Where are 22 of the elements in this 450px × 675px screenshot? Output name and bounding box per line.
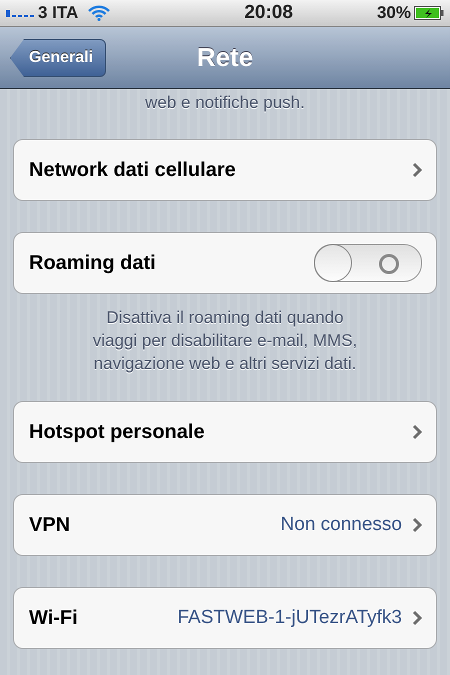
row-label: VPN	[29, 514, 70, 536]
chevron-icon	[412, 610, 422, 626]
row-value: Non connesso	[280, 514, 402, 536]
row-label: Hotspot personale	[29, 420, 205, 444]
battery-percent: 30%	[376, 3, 411, 23]
chevron-icon	[412, 517, 422, 533]
clock-time: 20:08	[243, 2, 293, 24]
page-title: Rete	[196, 42, 254, 73]
row-label: Roaming dati	[29, 252, 156, 274]
chevron-icon	[412, 424, 422, 440]
toggle-switch[interactable]	[314, 244, 422, 282]
signal-icon	[6, 9, 34, 17]
row-label: Network dati cellulare	[29, 158, 236, 182]
wifi-icon	[88, 5, 110, 21]
row-label: Wi-Fi	[29, 606, 78, 630]
back-button[interactable]: Generali	[10, 39, 106, 77]
section-footer: Disattiva il roaming dati quando viaggi per disabilitare e-mail, MMS, navigazione web e altri servizi dati.	[0, 306, 450, 375]
row-value: FASTWEB-1-jUTezrATyfk3	[177, 607, 402, 629]
carrier-name: 3 ITA	[38, 3, 78, 23]
battery-icon	[414, 6, 444, 20]
section-footer: web e notifiche push.	[0, 91, 450, 114]
chevron-icon	[412, 162, 422, 178]
